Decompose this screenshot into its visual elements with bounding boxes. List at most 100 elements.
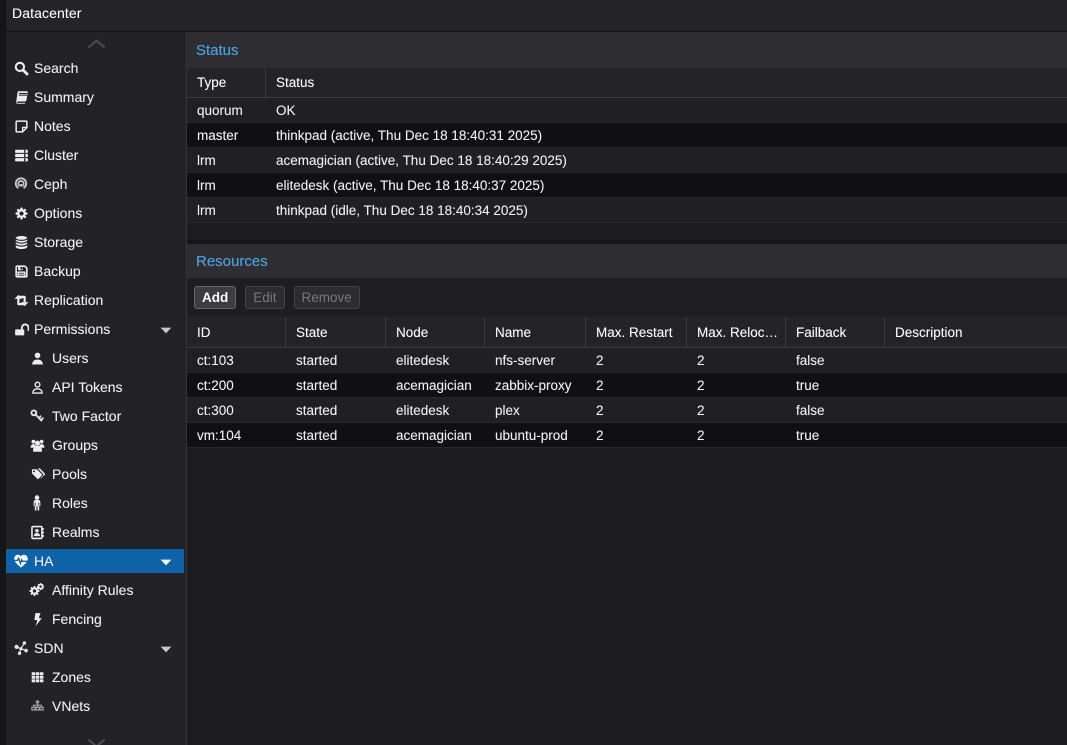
table-cell: ct:300: [187, 398, 286, 423]
table-row[interactable]: lrmelitedesk (active, Thu Dec 18 18:40:3…: [187, 173, 1067, 198]
sidebar-item-affinity-rules[interactable]: Affinity Rules: [6, 578, 184, 602]
table-cell: 2: [586, 398, 687, 423]
user-icon: [29, 350, 45, 366]
resources_section-col-header[interactable]: ID: [187, 317, 286, 347]
table-cell: lrm: [187, 173, 266, 198]
key-icon: [29, 408, 45, 424]
remove-button[interactable]: Remove: [294, 286, 360, 309]
caret-down-icon[interactable]: [160, 559, 172, 566]
add-button[interactable]: Add: [194, 286, 236, 309]
resources_section-col-header[interactable]: Max. Reloc…: [687, 317, 786, 347]
status-section-title: Status: [196, 42, 239, 59]
sidebar-item-zones[interactable]: Zones: [6, 665, 184, 689]
table-cell: 2: [586, 423, 687, 448]
table-row[interactable]: lrmthinkpad (idle, Thu Dec 18 18:40:34 2…: [187, 198, 1067, 223]
table-cell: nfs-server: [485, 348, 586, 373]
sidebar-item-pools[interactable]: Pools: [6, 462, 184, 486]
sidebar-scroll-down[interactable]: [6, 738, 186, 745]
resources_section-col-header[interactable]: Name: [485, 317, 586, 347]
sidebar-item-fencing[interactable]: Fencing: [6, 607, 184, 631]
sidebar-item-label: Permissions: [34, 321, 110, 337]
sidebar-item-api-tokens[interactable]: API Tokens: [6, 375, 184, 399]
table-cell: quorum: [187, 98, 266, 123]
table-cell: false: [786, 348, 885, 373]
table-cell: elitedesk (active, Thu Dec 18 18:40:37 2…: [266, 173, 1067, 198]
resources_section-col-header[interactable]: Max. Restart: [586, 317, 687, 347]
sidebar-item-label: HA: [34, 553, 53, 569]
page-title: Datacenter: [12, 5, 81, 21]
table-cell: thinkpad (active, Thu Dec 18 18:40:31 20…: [266, 123, 1067, 148]
table-cell: true: [786, 423, 885, 448]
cogs-icon: [29, 582, 45, 598]
users-icon: [29, 437, 45, 453]
sidebar-item-label: Search: [34, 60, 78, 76]
resources-toolbar: Add Edit Remove: [187, 278, 1067, 317]
table-cell: plex: [485, 398, 586, 423]
resources_section-col-header[interactable]: State: [286, 317, 386, 347]
sidebar-item-label: Users: [52, 350, 89, 366]
table-row[interactable]: masterthinkpad (active, Thu Dec 18 18:40…: [187, 123, 1067, 148]
sidebar-item-label: Groups: [52, 437, 98, 453]
sidebar-item-backup[interactable]: Backup: [6, 259, 184, 283]
table-cell: master: [187, 123, 266, 148]
resources_section-col-header[interactable]: Failback: [786, 317, 885, 347]
tags-icon: [29, 466, 45, 482]
sidebar-item-users[interactable]: Users: [6, 346, 184, 370]
sidebar-item-groups[interactable]: Groups: [6, 433, 184, 457]
status-section-header: Status: [187, 32, 1067, 68]
sidebar-item-label: API Tokens: [52, 379, 123, 395]
table-row[interactable]: vm:104startedacemagicianubuntu-prod22tru…: [187, 423, 1067, 448]
sidebar-item-two-factor[interactable]: Two Factor: [6, 404, 184, 428]
caret-down-icon[interactable]: [160, 327, 172, 334]
network-nodes-icon: [13, 640, 29, 656]
sidebar-item-replication[interactable]: Replication: [6, 288, 184, 312]
table-row[interactable]: quorumOK: [187, 98, 1067, 123]
book-icon: [13, 89, 29, 105]
sidebar-item-search[interactable]: Search: [6, 56, 184, 80]
sidebar: Search Summary Notes Cluster Ceph Options Stor…: [6, 32, 186, 745]
table-cell: OK: [266, 98, 1067, 123]
sidebar-item-notes[interactable]: Notes: [6, 114, 184, 138]
sidebar-item-storage[interactable]: Storage: [6, 230, 184, 254]
sidebar-item-options[interactable]: Options: [6, 201, 184, 225]
table-row[interactable]: ct:200startedacemagicianzabbix-proxy22tr…: [187, 373, 1067, 398]
sidebar-item-realms[interactable]: Realms: [6, 520, 184, 544]
table-cell: ubuntu-prod: [485, 423, 586, 448]
sidebar-item-label: Notes: [34, 118, 71, 134]
caret-down-icon[interactable]: [160, 646, 172, 653]
table-cell: started: [286, 348, 386, 373]
table-cell: [885, 373, 1067, 398]
sidebar-item-summary[interactable]: Summary: [6, 85, 184, 109]
table-row[interactable]: lrmacemagician (active, Thu Dec 18 18:40…: [187, 148, 1067, 173]
grid-icon: [29, 669, 45, 685]
sidebar-item-cluster[interactable]: Cluster: [6, 143, 184, 167]
status_section-col-header[interactable]: Type: [187, 68, 266, 97]
resources_section-col-header[interactable]: Description: [885, 317, 1067, 347]
sidebar-item-roles[interactable]: Roles: [6, 491, 184, 515]
sidebar-item-vnets[interactable]: VNets: [6, 694, 184, 718]
resources-section-header: Resources: [187, 244, 1067, 278]
sidebar-item-ceph[interactable]: Ceph: [6, 172, 184, 196]
sidebar-item-label: Backup: [34, 263, 81, 279]
sidebar-item-sdn[interactable]: SDN: [6, 636, 184, 660]
sidebar-scroll-up[interactable]: [6, 35, 186, 53]
edit-button[interactable]: Edit: [245, 286, 284, 309]
sidebar-item-label: Cluster: [34, 147, 78, 163]
table-cell: 2: [586, 373, 687, 398]
table-cell: elitedesk: [386, 398, 485, 423]
table-row[interactable]: ct:103startedelitedesknfs-server22false: [187, 348, 1067, 373]
address-book-icon: [29, 524, 45, 540]
resources_section-col-header[interactable]: Node: [386, 317, 485, 347]
sidebar-item-ha[interactable]: HA: [6, 549, 184, 573]
table-cell: 2: [687, 398, 786, 423]
unlock-icon: [13, 321, 29, 337]
table-cell: false: [786, 398, 885, 423]
table-cell: [885, 348, 1067, 373]
status_section-col-header[interactable]: Status: [266, 68, 1067, 97]
table-cell: lrm: [187, 148, 266, 173]
heartbeat-icon: [13, 553, 29, 569]
chevron-down-icon: [87, 738, 106, 745]
table-cell: ct:200: [187, 373, 286, 398]
table-row[interactable]: ct:300startedelitedeskplex22false: [187, 398, 1067, 423]
sidebar-item-permissions[interactable]: Permissions: [6, 317, 184, 341]
